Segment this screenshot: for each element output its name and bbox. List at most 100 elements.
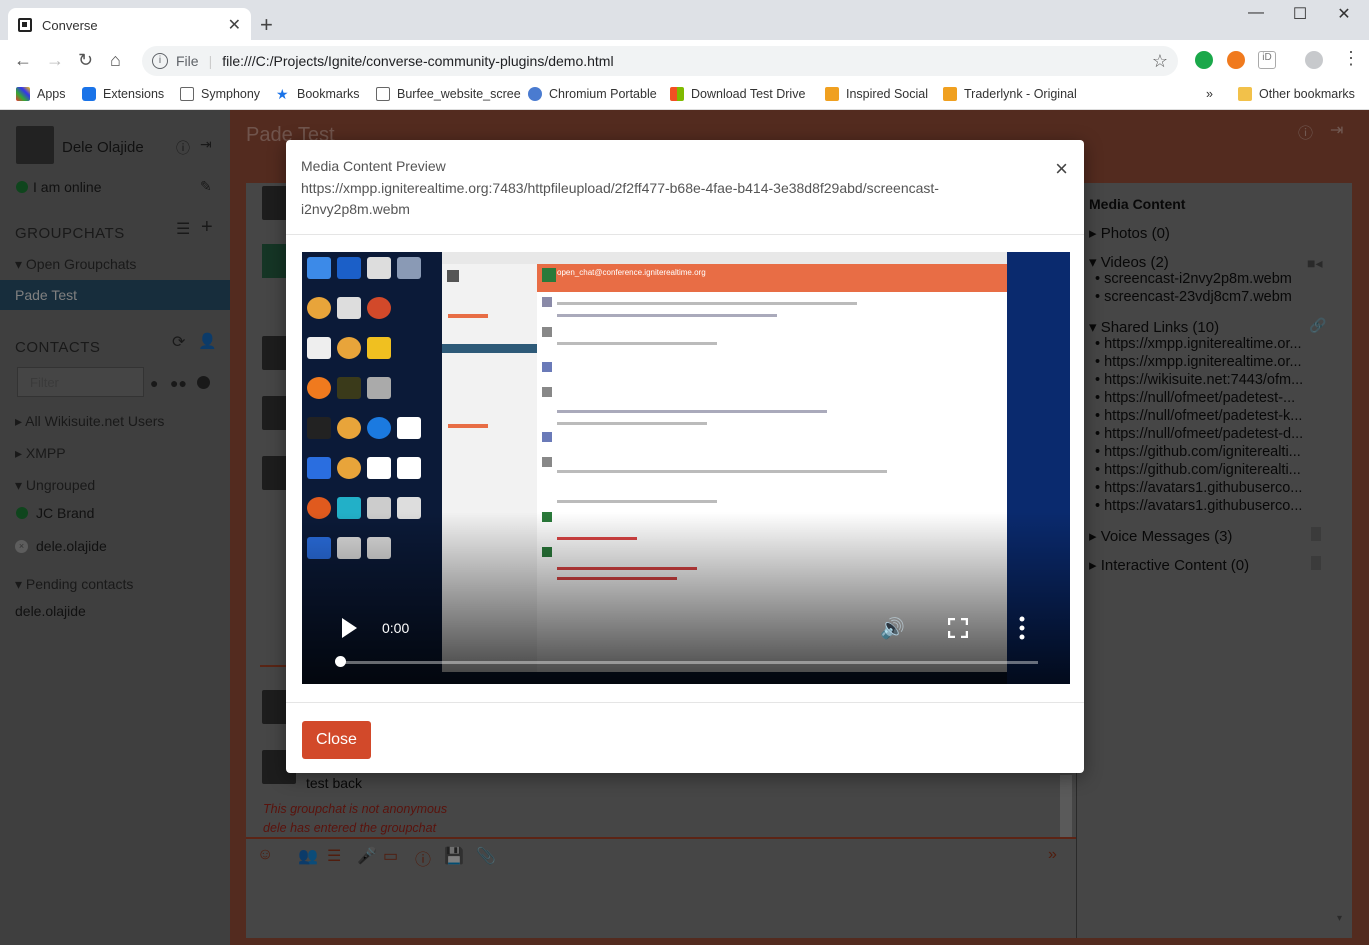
back-icon[interactable]: ←	[14, 50, 32, 71]
modal-title: Media Content Preview	[301, 158, 446, 174]
recorded-msg-line	[557, 500, 717, 503]
bookmark-star-icon[interactable]: ☆	[1152, 51, 1168, 72]
desktop-app-icon	[307, 297, 331, 319]
close-tab-icon[interactable]: ✕	[228, 15, 241, 35]
converse-favicon-icon	[18, 18, 32, 32]
reload-icon[interactable]: ↻	[78, 50, 93, 71]
traderlynk-icon	[943, 87, 957, 101]
browser-tab[interactable]: Converse ✕	[8, 8, 251, 42]
tab-strip: Converse ✕ + — ☐ ✕	[0, 0, 1369, 42]
desktop-app-icon	[367, 417, 391, 439]
desktop-app-icon	[337, 257, 361, 279]
star-icon: ★	[276, 86, 289, 102]
home-icon[interactable]: ⌂	[110, 50, 121, 71]
address-bar[interactable]: i File | file:///C:/Projects/Ignite/conv…	[142, 46, 1178, 76]
url-text: file:///C:/Projects/Ignite/converse-comm…	[222, 53, 614, 69]
video-player[interactable]: open_chat@conference.igniterealtime.org …	[302, 252, 1070, 684]
volume-icon[interactable]: 🔊	[880, 616, 905, 641]
recorded-room-avatar	[542, 268, 556, 282]
bookmark-label: Inspired Social	[846, 87, 928, 101]
video-progress-bar[interactable]	[338, 661, 1038, 664]
minimize-icon[interactable]: —	[1236, 4, 1276, 22]
desktop-app-icon	[367, 257, 391, 279]
bookmark-label: Bookmarks	[297, 87, 360, 101]
recorded-msg-line	[557, 342, 717, 345]
bookmark-label: Extensions	[103, 87, 165, 101]
recorded-msg-avatar	[542, 387, 552, 397]
more-options-icon[interactable]	[1018, 616, 1026, 640]
other-bookmarks-folder[interactable]: Other bookmarks	[1238, 87, 1355, 101]
extension-orange-icon[interactable]	[1227, 51, 1245, 69]
desktop-app-icon	[367, 337, 391, 359]
desktop-app-icon	[367, 297, 391, 319]
page-icon	[376, 87, 390, 101]
bookmark-symphony[interactable]: Symphony	[180, 87, 260, 101]
modal-header: Media Content Preview https://xmpp.ignit…	[286, 140, 1084, 235]
menu-kebab-icon[interactable]: ⋮	[1342, 48, 1360, 69]
close-window-icon[interactable]: ✕	[1324, 4, 1364, 24]
recorded-avatar	[447, 270, 459, 282]
desktop-app-icon	[307, 457, 331, 479]
new-tab-button[interactable]: +	[260, 12, 273, 38]
desktop-app-icon	[307, 257, 331, 279]
bookmark-label: Other bookmarks	[1259, 87, 1355, 101]
overflow-label: »	[1206, 87, 1213, 101]
traderlynk-icon	[825, 87, 839, 101]
desktop-app-icon	[397, 457, 421, 479]
apps-grid-icon	[16, 87, 30, 101]
desktop-app-icon	[397, 257, 421, 279]
bookmark-traderlynk[interactable]: Traderlynk - Original	[943, 87, 1077, 101]
bookmark-download-test-drive[interactable]: Download Test Drive	[670, 87, 805, 101]
maximize-icon[interactable]: ☐	[1280, 4, 1320, 24]
close-button[interactable]: Close	[302, 721, 371, 759]
bookmark-label: Chromium Portable	[549, 87, 657, 101]
recorded-msg-avatar	[542, 297, 552, 307]
tab-title: Converse	[42, 17, 98, 33]
recorded-msg-line	[557, 302, 857, 305]
recorded-msg-line	[557, 470, 887, 473]
chromium-icon	[528, 87, 542, 101]
video-progress-handle[interactable]	[335, 656, 346, 667]
bookmarks-bar: Apps Extensions Symphony ★ Bookmarks Burf…	[0, 81, 1369, 110]
bookmark-extensions[interactable]: Extensions	[82, 87, 164, 101]
bookmark-bookmarks[interactable]: ★ Bookmarks	[276, 87, 360, 101]
puzzle-icon	[82, 87, 96, 101]
fullscreen-icon[interactable]	[947, 617, 969, 639]
bookmark-label: Download Test Drive	[691, 87, 806, 101]
desktop-app-icon	[307, 417, 331, 439]
bookmark-apps[interactable]: Apps	[16, 87, 66, 101]
url-separator: |	[208, 53, 213, 69]
recorded-msg-line	[557, 422, 707, 425]
desktop-app-icon	[337, 417, 361, 439]
bookmark-chromium[interactable]: Chromium Portable	[528, 87, 657, 101]
recorded-msg-avatar	[542, 432, 552, 442]
close-icon[interactable]: ×	[1055, 156, 1068, 182]
video-time: 0:00	[382, 620, 410, 636]
bookmark-label: Apps	[37, 87, 66, 101]
folder-icon	[1238, 87, 1252, 101]
profile-avatar-icon[interactable]	[1305, 51, 1323, 69]
extension-green-icon[interactable]	[1195, 51, 1213, 69]
recorded-msg-avatar	[542, 362, 552, 372]
video-controls-gradient	[302, 512, 1070, 684]
bookmarks-overflow-button[interactable]: »	[1206, 87, 1213, 101]
url-scheme-label: File	[176, 53, 199, 69]
recorded-msg-avatar	[542, 457, 552, 467]
page-icon	[180, 87, 194, 101]
forward-icon[interactable]: →	[46, 50, 64, 71]
desktop-app-icon	[337, 297, 361, 319]
recorded-heading	[448, 314, 488, 318]
media-preview-modal: Media Content Preview https://xmpp.ignit…	[286, 140, 1084, 773]
info-icon[interactable]: i	[152, 53, 168, 69]
desktop-app-icon	[337, 337, 361, 359]
desktop-app-icon	[337, 457, 361, 479]
extension-id-icon[interactable]: iD	[1258, 51, 1276, 69]
bookmark-burfee[interactable]: Burfee_website_scree	[376, 87, 521, 101]
bookmark-inspired-social[interactable]: Inspired Social	[825, 87, 928, 101]
recorded-active-room	[442, 344, 537, 353]
media-url: https://xmpp.igniterealtime.org:7483/htt…	[301, 180, 939, 217]
desktop-app-icon	[307, 337, 331, 359]
recorded-msg-line	[557, 410, 827, 413]
play-icon[interactable]	[342, 618, 357, 638]
desktop-app-icon	[397, 417, 421, 439]
